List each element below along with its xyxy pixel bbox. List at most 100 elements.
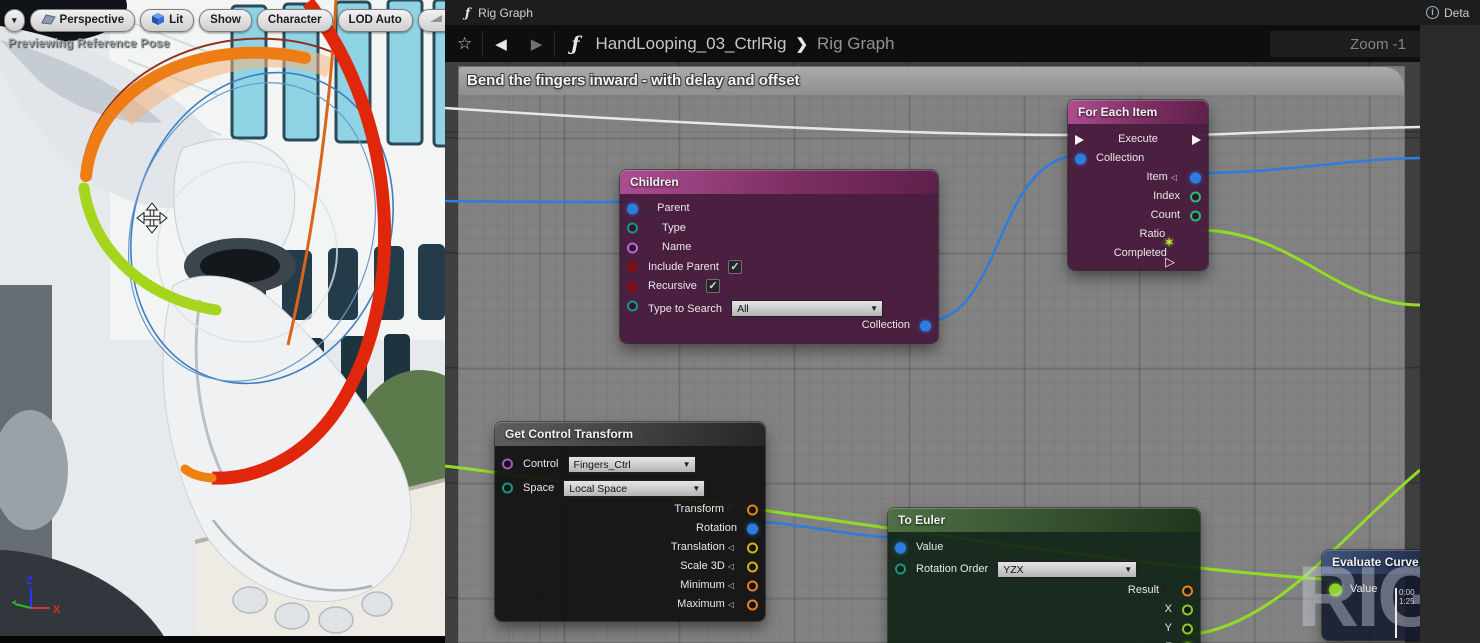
pin-row-scale-3d[interactable]: Scale 3D ◁ bbox=[495, 557, 765, 576]
lod-auto-button[interactable]: LOD Auto bbox=[337, 8, 413, 32]
back-button[interactable]: ◀ bbox=[495, 35, 507, 53]
collapse-arrow-icon[interactable]: ◁ bbox=[1171, 173, 1177, 182]
caret-down-icon: ▼ bbox=[1124, 564, 1133, 574]
pin-recursive[interactable] bbox=[627, 281, 638, 293]
perspective-icon bbox=[40, 13, 56, 28]
pin-row-type-to-search[interactable]: Type to Search All ▼ bbox=[620, 297, 938, 318]
breadcrumb-current[interactable]: Rig Graph bbox=[817, 34, 894, 54]
pin-label: Rotation bbox=[696, 522, 737, 534]
lit-label: Lit bbox=[169, 14, 184, 26]
pin-space[interactable] bbox=[502, 482, 513, 494]
pin-row-space[interactable]: Space Local Space ▼ bbox=[495, 476, 765, 500]
pin-row-collection-out[interactable]: Collection bbox=[620, 316, 938, 336]
pin-row-value[interactable]: Value bbox=[888, 538, 1200, 557]
node-get-control-transform[interactable]: Get Control Transform Control Fingers_Ct… bbox=[495, 422, 765, 621]
expander-icon[interactable]: ◢ bbox=[648, 204, 654, 213]
node-for-each-item[interactable]: For Each Item Execute Collection Item ◁ I… bbox=[1068, 100, 1208, 270]
recursive-checkbox[interactable]: ✓ bbox=[705, 279, 720, 294]
pin-row-recursive[interactable]: Recursive ✓ bbox=[620, 277, 938, 297]
pin-row-type[interactable]: Type bbox=[620, 219, 938, 239]
type-to-search-dropdown[interactable]: All ▼ bbox=[731, 300, 884, 318]
perspective-button[interactable]: Perspective bbox=[29, 8, 136, 32]
node-children[interactable]: Children ◢ Parent Type Name Include Paren… bbox=[620, 170, 938, 343]
pin-row-y[interactable]: Y bbox=[888, 619, 1200, 638]
pin-row-completed[interactable]: Completed ▷ bbox=[1068, 244, 1208, 268]
struct-arrow-icon[interactable]: ◤ bbox=[727, 504, 734, 514]
pin-row-control[interactable]: Control Fingers_Ctrl ▼ bbox=[495, 452, 765, 476]
space-dropdown[interactable]: Local Space ▼ bbox=[563, 479, 706, 497]
pin-execute-in[interactable] bbox=[1075, 134, 1084, 145]
pin-row-index[interactable]: Index bbox=[1068, 187, 1208, 206]
caret-down-icon: ▾ bbox=[12, 14, 17, 25]
pin-rotation-order[interactable] bbox=[895, 563, 906, 575]
collapse-arrow-icon[interactable]: ◁ bbox=[728, 562, 734, 571]
pin-include-parent[interactable] bbox=[627, 261, 638, 273]
pin-collection[interactable] bbox=[1075, 153, 1086, 164]
pin-type[interactable] bbox=[627, 222, 638, 234]
collapse-arrow-icon[interactable]: ◁ bbox=[728, 543, 734, 552]
pin-y-out[interactable] bbox=[1182, 623, 1193, 634]
pin-label: Collection bbox=[861, 319, 910, 331]
forward-button[interactable]: ▶ bbox=[531, 35, 543, 53]
pin-row-x[interactable]: X bbox=[888, 600, 1200, 619]
pin-transform-out[interactable] bbox=[747, 504, 758, 515]
pin-row-parent[interactable]: ◢ Parent bbox=[620, 199, 938, 219]
pin-row-collection[interactable]: Collection bbox=[1068, 149, 1208, 168]
pin-row-rotation[interactable]: Rotation bbox=[495, 519, 765, 538]
pin-count-out[interactable] bbox=[1190, 210, 1201, 221]
control-dropdown[interactable]: Fingers_Ctrl ▼ bbox=[567, 455, 696, 473]
collapse-arrow-icon[interactable]: ◁ bbox=[728, 581, 734, 590]
pin-rotation-out[interactable] bbox=[747, 523, 758, 534]
pin-index-out[interactable] bbox=[1190, 191, 1201, 202]
lit-button[interactable]: Lit bbox=[140, 8, 195, 32]
struct-arrow-icon[interactable]: ◤ bbox=[1162, 585, 1169, 595]
pin-parent[interactable] bbox=[627, 203, 638, 215]
pin-row-z[interactable]: Z bbox=[888, 638, 1200, 643]
pin-row-count[interactable]: Count bbox=[1068, 206, 1208, 225]
node-to-euler[interactable]: To Euler Value Rotation Order YZX ▼ Resul… bbox=[888, 508, 1200, 643]
pin-row-translation[interactable]: Translation ◁ bbox=[495, 538, 765, 557]
pin-row-name[interactable]: Name bbox=[620, 238, 938, 258]
3d-viewport[interactable]: Z X ▾ Perspective Lit Show Character LOD… bbox=[0, 0, 445, 643]
pin-x-out[interactable] bbox=[1182, 604, 1193, 615]
pin-type-to-search[interactable] bbox=[627, 300, 638, 312]
pin-row-ratio[interactable]: Ratio ✶ bbox=[1068, 225, 1208, 249]
rig-graph-canvas[interactable]: Bend the fingers inward - with delay and… bbox=[445, 62, 1420, 643]
bookmark-star-icon[interactable]: ☆ bbox=[457, 34, 472, 54]
tab-details[interactable]: i Deta bbox=[1418, 0, 1480, 25]
pin-control[interactable] bbox=[502, 458, 513, 470]
pin-value[interactable] bbox=[1329, 583, 1342, 596]
pin-name[interactable] bbox=[627, 242, 638, 254]
screen-percentage-button[interactable]: x1.0 bbox=[417, 8, 445, 32]
collapse-arrow-icon[interactable]: ◁ bbox=[728, 600, 734, 609]
viewport-options-button[interactable]: ▾ bbox=[4, 8, 25, 32]
pin-row-rotation-order[interactable]: Rotation Order YZX ▼ bbox=[888, 557, 1200, 581]
pin-row-include-parent[interactable]: Include Parent ✓ bbox=[620, 258, 938, 278]
pin-minimum-out[interactable] bbox=[747, 580, 758, 591]
lit-cube-icon bbox=[151, 12, 165, 29]
pin-result-out[interactable] bbox=[1182, 585, 1193, 596]
pin-row-result[interactable]: Result ◤ bbox=[888, 581, 1200, 600]
pin-collection-out[interactable] bbox=[920, 320, 931, 332]
tab-rig-graph[interactable]: ƒ Rig Graph bbox=[453, 0, 545, 25]
pin-row-execute[interactable]: Execute bbox=[1068, 130, 1208, 149]
rotation-order-dropdown[interactable]: YZX ▼ bbox=[997, 560, 1138, 578]
separator bbox=[554, 30, 556, 57]
pin-value[interactable] bbox=[895, 542, 906, 553]
pin-row-item[interactable]: Item ◁ bbox=[1068, 168, 1208, 187]
show-button[interactable]: Show bbox=[199, 8, 252, 32]
include-parent-checkbox[interactable]: ✓ bbox=[728, 259, 742, 274]
pin-completed-out[interactable]: ▷ bbox=[1165, 254, 1175, 269]
pin-row-maximum[interactable]: Maximum ◁ bbox=[495, 595, 765, 614]
pin-scale-3d-out[interactable] bbox=[747, 561, 758, 572]
pin-row-minimum[interactable]: Minimum ◁ bbox=[495, 576, 765, 595]
pin-label: Maximum bbox=[677, 598, 725, 610]
lod-auto-label: LOD Auto bbox=[348, 14, 402, 26]
breadcrumb-rig-name[interactable]: HandLooping_03_CtrlRig bbox=[596, 34, 787, 54]
pin-item-out[interactable] bbox=[1190, 172, 1201, 183]
pin-execute-out[interactable] bbox=[1192, 134, 1201, 145]
character-button[interactable]: Character bbox=[256, 8, 333, 32]
pin-row-transform[interactable]: Transform ◤ bbox=[495, 500, 765, 519]
pin-maximum-out[interactable] bbox=[747, 599, 758, 610]
pin-translation-out[interactable] bbox=[747, 542, 758, 553]
